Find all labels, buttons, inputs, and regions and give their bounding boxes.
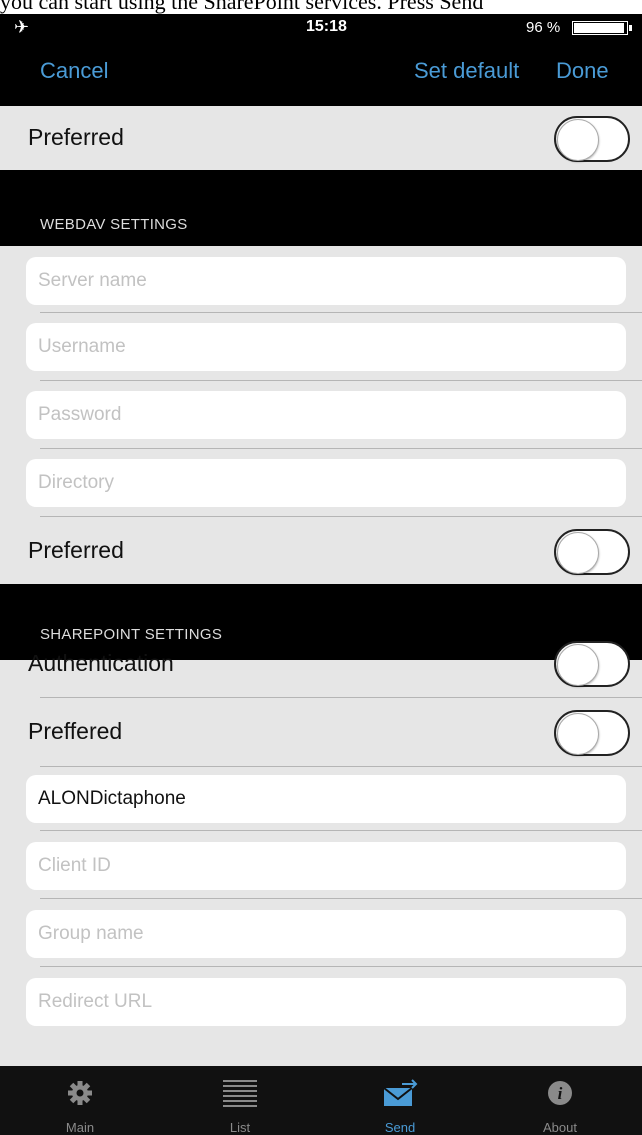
toggle-knob xyxy=(557,119,599,161)
sharepoint-preffered-label: Preffered xyxy=(28,718,123,744)
airplane-icon: ✈ xyxy=(14,17,30,37)
list-icon xyxy=(223,1080,257,1107)
tab-list-label: List xyxy=(229,1120,251,1135)
webdav-section-header: WEBDAV SETTINGS xyxy=(0,170,642,246)
battery-tip xyxy=(629,25,632,31)
toggle-knob xyxy=(557,532,599,574)
divider xyxy=(40,898,642,899)
divider xyxy=(40,516,642,517)
tab-main[interactable]: Main xyxy=(0,1066,160,1135)
webdav-preferred-toggle[interactable] xyxy=(554,529,630,575)
tab-list[interactable]: List xyxy=(160,1066,320,1135)
battery-percentage: 96 % xyxy=(526,19,561,36)
redirect-url-input[interactable] xyxy=(26,978,626,1026)
divider xyxy=(40,312,642,313)
tab-send-label: Send xyxy=(384,1120,416,1135)
divider xyxy=(40,966,642,967)
site-name-input[interactable] xyxy=(26,775,626,823)
toggle-knob xyxy=(557,644,599,686)
set-default-button[interactable]: Set default xyxy=(414,58,519,84)
sharepoint-section-header: SHAREPOINT SETTINGS xyxy=(0,584,642,660)
done-button[interactable]: Done xyxy=(556,58,609,84)
group-name-input[interactable] xyxy=(26,910,626,958)
caption-text: you can start using the SharePoint servi… xyxy=(0,0,484,14)
divider xyxy=(40,830,642,831)
tab-about-label: About xyxy=(543,1120,577,1135)
tab-bar: Main List Send i About xyxy=(0,1066,642,1135)
caption-strip: you can start using the SharePoint servi… xyxy=(0,0,642,14)
info-icon: i xyxy=(548,1081,572,1105)
sharepoint-preffered-toggle[interactable] xyxy=(554,710,630,756)
client-id-input[interactable] xyxy=(26,842,626,890)
toggle-knob xyxy=(557,713,599,755)
nav-bar: Cancel Set default Done xyxy=(0,42,642,106)
battery-icon xyxy=(572,21,628,35)
svg-text:i: i xyxy=(558,1084,563,1103)
preferred-toggle[interactable] xyxy=(554,116,630,162)
sharepoint-header-label: SHAREPOINT SETTINGS xyxy=(40,626,223,643)
webdav-preferred-label: Preferred xyxy=(28,537,124,563)
password-input[interactable] xyxy=(26,391,626,439)
divider xyxy=(40,380,642,381)
server-name-input[interactable] xyxy=(26,257,626,305)
username-input[interactable] xyxy=(26,323,626,371)
directory-input[interactable] xyxy=(26,459,626,507)
gear-icon xyxy=(68,1081,92,1105)
preferred-label: Preferred xyxy=(28,124,124,150)
webdav-header-label: WEBDAV SETTINGS xyxy=(40,216,188,233)
status-bar: ✈ 15:18 96 % xyxy=(0,14,642,42)
tab-send[interactable]: Send xyxy=(320,1066,480,1135)
status-time: 15:18 xyxy=(306,18,347,35)
authentication-label: Authentication xyxy=(28,650,174,676)
divider xyxy=(40,448,642,449)
tab-main-label: Main xyxy=(65,1120,95,1135)
send-icon xyxy=(383,1079,418,1106)
divider xyxy=(40,697,642,698)
cancel-button[interactable]: Cancel xyxy=(40,58,108,84)
divider xyxy=(40,766,642,767)
authentication-toggle[interactable] xyxy=(554,641,630,687)
tab-about[interactable]: i About xyxy=(480,1066,640,1135)
